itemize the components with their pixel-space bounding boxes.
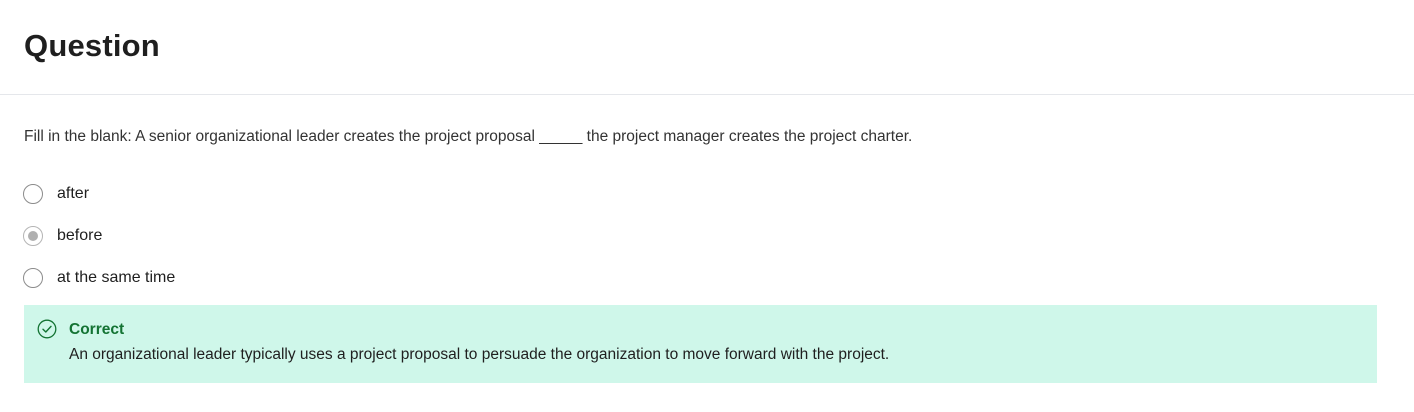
- option-at-the-same-time[interactable]: at the same time: [23, 266, 175, 290]
- option-before[interactable]: before: [23, 224, 102, 248]
- page-title: Question: [24, 28, 160, 63]
- radio-button-selected[interactable]: [23, 226, 43, 246]
- feedback-text: An organizational leader typically uses …: [69, 346, 890, 363]
- question-prompt: Fill in the blank: A senior organization…: [24, 128, 913, 145]
- option-label: after: [57, 185, 90, 202]
- page-header: Question: [0, 0, 1414, 95]
- option-label: at the same time: [57, 269, 176, 286]
- feedback-box: Correct An organizational leader typical…: [24, 305, 1377, 383]
- check-circle-icon: [37, 319, 57, 339]
- radio-button[interactable]: [23, 184, 43, 204]
- feedback-status: Correct: [69, 321, 125, 338]
- radio-button[interactable]: [23, 268, 43, 288]
- option-label: before: [57, 227, 103, 244]
- option-after[interactable]: after: [23, 182, 89, 206]
